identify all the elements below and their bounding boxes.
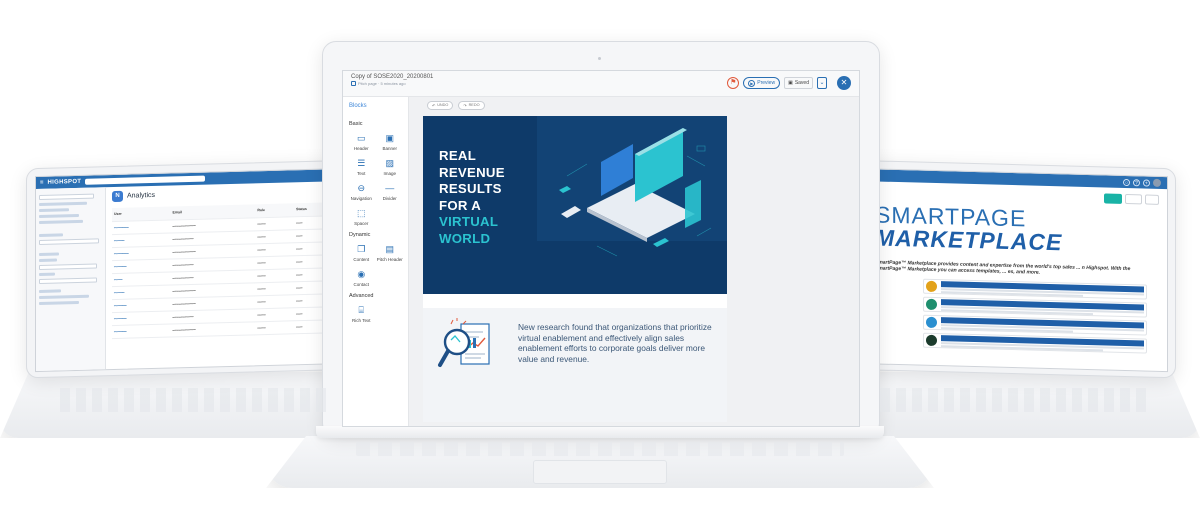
left-laptop-screen: ≡ HIGHSPOT N Analytics User Email Role S… [35,167,347,373]
editor-header: Copy of SOSE2020_20200801 Pitch page · 5… [343,71,859,97]
hero-banner[interactable]: REAL REVENUE RESULTS FOR A VIRTUAL WORLD [423,116,727,294]
users-table: User Email Role Status ━━━━━━━ ━━━━━━━━━━… [112,202,340,339]
help-icon[interactable]: ? [1133,178,1140,186]
block-pitch-header[interactable]: ▤ Pitch Header [376,244,405,262]
chevron-down-icon[interactable]: ⌄ [817,77,827,89]
play-icon: ▶ [748,79,756,87]
undo-icon: ↶ [432,103,436,108]
page-canvas[interactable]: REAL REVENUE RESULTS FOR A VIRTUAL WORLD [423,116,727,422]
partner-card[interactable] [923,314,1147,336]
document-title: Copy of SOSE2020_20200801 [351,74,434,80]
block-contact[interactable]: ◉ Contact [347,269,376,287]
section-advanced: Advanced [349,293,374,299]
search-icon[interactable]: ○ [1123,178,1130,186]
preview-button[interactable]: ▶ Preview [743,77,781,89]
spacer-block-icon: ⬚ [356,208,366,218]
marketplace-intro: SmartPage™ Marketplace provides content … [875,259,1131,276]
close-icon[interactable]: ✕ [837,76,851,90]
banner-headline: REAL REVENUE RESULTS FOR A VIRTUAL WORLD [439,148,505,247]
center-keyboard-hint [356,442,844,456]
headline-line: REVENUE [439,164,505,180]
highspot-logo: HIGHSPOT [47,178,82,186]
block-content[interactable]: ❐ Content [347,244,376,262]
redo-button[interactable]: ↷ REDO [458,100,485,110]
headline-line-highlight: VIRTUAL [439,214,499,229]
sidebar-title: Blocks [349,103,367,109]
secondary-action-button[interactable] [1125,193,1143,205]
headline-line: FOR A [439,197,482,213]
col-header: Role [255,203,295,218]
pitch-header-block-icon: ▤ [385,244,394,254]
primary-action-button[interactable] [1104,193,1123,204]
block-banner[interactable]: ▣ Banner [376,133,405,151]
block-spacer[interactable]: ⬚ Spacer [347,208,376,226]
block-navigation[interactable]: ⊖ Navigation [347,183,376,201]
research-magnifier-icon [438,318,490,367]
saved-label: Saved [794,80,809,86]
menu-icon[interactable]: ≡ [40,180,44,186]
blocks-sidebar: Blocks Basic ▭ Header ▣ Banner ☰ Text ▨ Imag… [343,97,409,426]
undo-button[interactable]: ↶ UNDO [427,100,454,110]
headline-line: RESULTS [439,181,502,196]
search-input[interactable] [85,175,206,185]
preview-label: Preview [757,80,776,86]
editor-canvas-area: ↶ UNDO ↷ REDO REAL REVENUE RESULTS FOR A V… [409,97,859,426]
saved-button[interactable]: ▣ Saved [784,77,813,89]
research-section[interactable]: New research found that organizations th… [423,308,727,422]
trackpad [533,460,667,484]
analytics-panel: N Analytics User Email Role Status ━━━━━… [106,181,346,371]
research-text: New research found that organizations th… [518,322,712,364]
center-laptop-screen: Copy of SOSE2020_20200801 Pitch page · 5… [342,70,860,427]
flag-icon[interactable]: ⚑ [727,77,740,89]
navigation-block-icon: ⊖ [357,183,366,193]
camera-icon [598,57,601,60]
partner-card[interactable] [923,278,1147,300]
header-block-icon: ▭ [356,133,366,143]
more-button[interactable] [1145,194,1159,205]
partner-card[interactable] [923,296,1147,318]
partner-logo-icon [926,298,937,311]
partner-logo-icon [926,334,937,347]
right-laptop-screen: ○ ? + SMARTPAGE MARKETPLACE SmartPage™ M… [854,167,1168,373]
image-block-icon: ▨ [385,158,394,168]
left-sidebar [36,187,106,373]
undo-label: UNDO [437,103,449,107]
add-icon[interactable]: + [1143,178,1150,187]
partner-card[interactable] [923,332,1147,354]
redo-label: REDO [468,103,480,107]
save-icon: ▣ [788,80,793,86]
left-keyboard-hint [60,388,330,412]
devices-illustration [537,116,727,257]
avatar[interactable] [1153,178,1161,187]
marketing-hero: ≡ HIGHSPOT N Analytics User Email Role S… [0,0,1200,524]
document-meta: Pitch page · 5 minutes ago [358,81,406,86]
block-text[interactable]: ☰ Text [347,158,376,176]
page-icon [351,81,356,86]
analytics-logo-icon: N [112,190,123,203]
redo-icon: ↷ [463,103,467,108]
headline-line-highlight: WORLD [439,230,491,246]
text-block-icon: ☰ [357,158,366,168]
block-divider[interactable]: — Divider [376,183,405,201]
block-image[interactable]: ▨ Image [376,158,405,176]
page-title: Analytics [127,191,156,200]
headline-line: REAL [439,148,477,163]
contact-block-icon: ◉ [357,269,366,279]
section-dynamic: Dynamic [349,232,371,238]
divider-block-icon: — [385,183,395,193]
partner-logo-icon [926,316,937,329]
section-basic: Basic [349,121,363,127]
right-keyboard-hint [880,388,1150,412]
center-laptop-hinge [316,426,884,438]
block-rich-text[interactable]: ⌸ Rich Text [347,305,376,323]
content-block-icon: ❐ [357,244,366,254]
block-header[interactable]: ▭ Header [347,133,376,151]
banner-block-icon: ▣ [385,133,394,143]
partner-logo-icon [926,280,937,293]
rich-text-block-icon: ⌸ [358,305,364,315]
